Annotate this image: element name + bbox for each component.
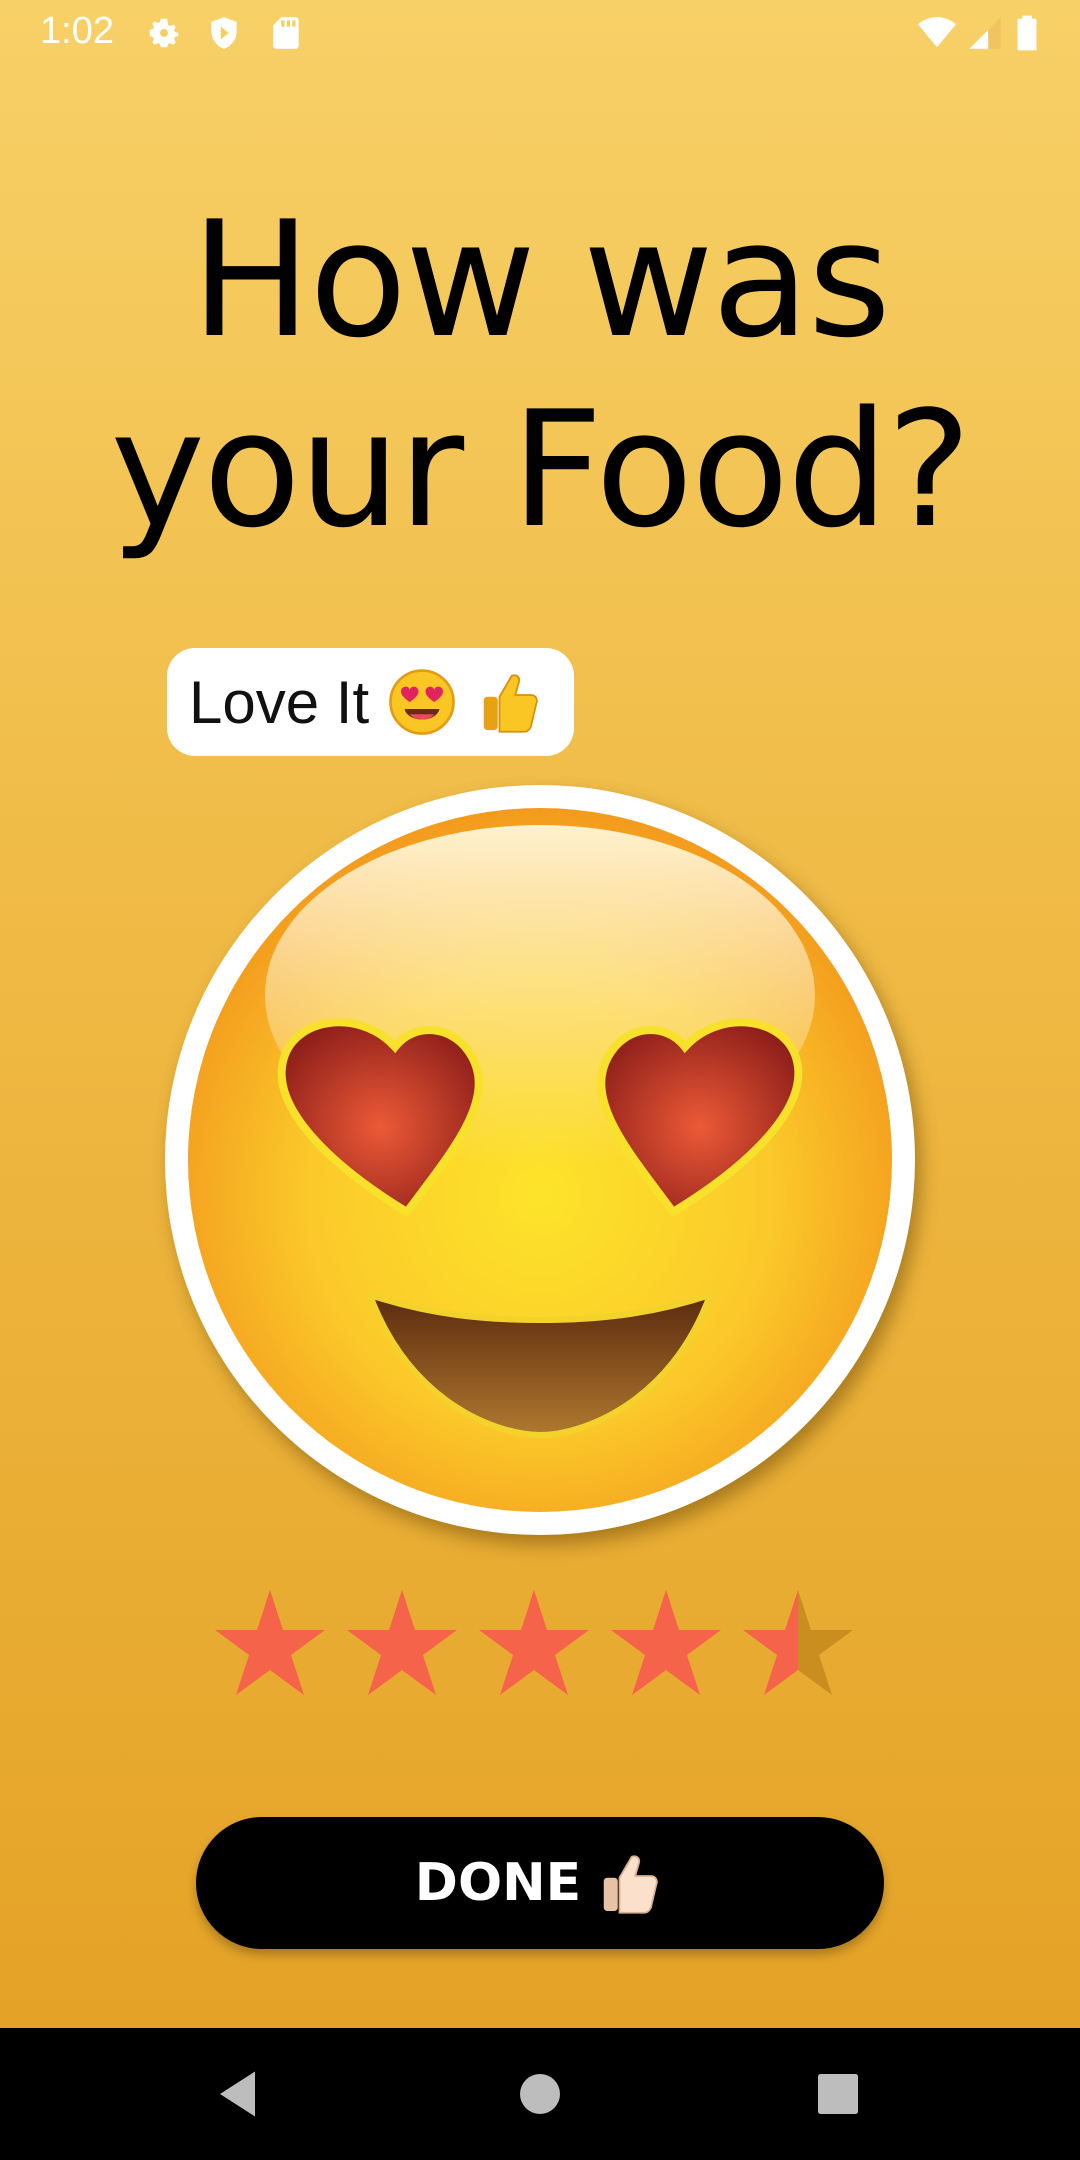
status-time: 1:02 (40, 10, 114, 52)
mood-chip: Love It (167, 648, 574, 756)
done-label: DONE (414, 1853, 582, 1913)
star-4[interactable] (611, 1590, 721, 1695)
status-bar: 1:02 (0, 0, 1080, 66)
gear-icon (149, 18, 179, 48)
heart-eyes-emoji-icon (389, 669, 455, 735)
battery-icon (1017, 15, 1037, 51)
shield-icon (211, 17, 237, 49)
thumbs-up-icon (483, 674, 538, 733)
signal-icon (969, 17, 1001, 49)
done-button[interactable]: DONE (196, 1817, 884, 1949)
thumbs-up-icon (603, 1855, 658, 1914)
star-1[interactable] (215, 1590, 325, 1695)
home-icon[interactable] (510, 2064, 570, 2124)
sd-card-icon (273, 17, 299, 49)
back-icon[interactable] (210, 2064, 270, 2124)
wifi-icon (918, 17, 956, 48)
star-5[interactable] (743, 1590, 853, 1695)
navigation-bar (0, 2028, 1080, 2160)
mood-label: Love It (189, 668, 370, 736)
title-line-2: your Food? (110, 376, 971, 563)
page-title: How was your Food? (0, 185, 1080, 565)
star-2[interactable] (347, 1590, 457, 1695)
title-line-1: How was (190, 186, 891, 373)
heart-eyes-face-icon (188, 808, 892, 1512)
recents-icon[interactable] (808, 2064, 868, 2124)
star-3[interactable] (479, 1590, 589, 1695)
star-rating[interactable] (215, 1590, 865, 1700)
